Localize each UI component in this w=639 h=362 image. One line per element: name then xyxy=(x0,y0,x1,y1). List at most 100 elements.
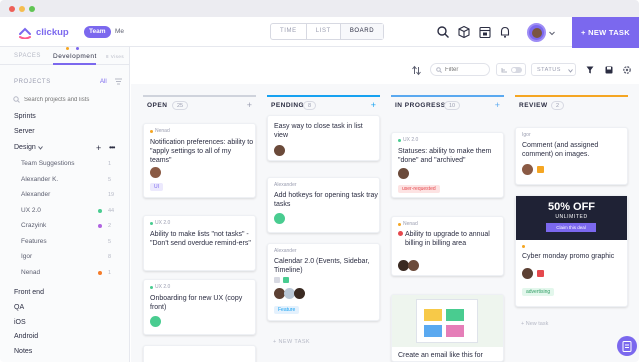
sidebar-list-label: Features xyxy=(21,237,47,245)
sidebar-list-item[interactable]: Team Suggestions 1 xyxy=(0,157,130,171)
task-list-name: UX 2.0 xyxy=(155,220,171,226)
sidebar-list-item[interactable]: Igor 8 xyxy=(0,250,130,264)
task-tag[interactable]: Feature xyxy=(274,306,300,314)
promo-title: 50% OFF xyxy=(547,201,596,213)
projects-all-link[interactable]: All xyxy=(100,79,107,85)
task-title: Create an email like this for xyxy=(398,352,483,359)
add-task-link[interactable]: + NEW TASK xyxy=(273,339,310,345)
add-task-icon[interactable]: + xyxy=(495,100,500,110)
add-task-icon[interactable]: + xyxy=(371,100,376,110)
sidebar-list-item[interactable]: Features 5 xyxy=(0,235,130,249)
list-dot xyxy=(150,130,153,133)
task-card[interactable]: Igor Comment (and assigned comment) on i… xyxy=(515,127,628,185)
filter-input[interactable] xyxy=(445,65,487,74)
assignee-avatar[interactable] xyxy=(274,145,285,156)
user-avatar[interactable] xyxy=(527,23,546,42)
task-tag[interactable]: advertising xyxy=(522,288,555,296)
sidebar-project-item[interactable]: iOS xyxy=(0,316,130,330)
sidebar-list-count: 5 xyxy=(108,238,112,245)
column-header-in-progress: IN PROGRESS 10 + xyxy=(391,95,504,115)
filter-field[interactable] xyxy=(430,63,490,76)
assignee-avatar[interactable] xyxy=(150,167,161,178)
subtasks-toggle[interactable] xyxy=(496,63,526,76)
bell-icon[interactable] xyxy=(498,25,512,39)
view-board-tab[interactable]: BOARD xyxy=(340,24,384,39)
task-card[interactable]: Create an email like this for xyxy=(391,294,504,362)
sidebar-list-item[interactable]: Alexander 19 xyxy=(0,188,130,202)
task-tag[interactable]: UI xyxy=(150,183,163,191)
more-options-icon[interactable]: ••• xyxy=(109,141,115,155)
sidebar-item-server[interactable]: Server xyxy=(0,125,130,139)
assignee-avatar[interactable] xyxy=(294,288,305,299)
minimize-window-dot[interactable] xyxy=(19,6,25,12)
sidebar-project-item[interactable]: Notes xyxy=(0,345,130,359)
task-card[interactable]: 50% OFF UNLIMITED Claim this deal Cyber … xyxy=(515,195,628,307)
chevron-down-icon[interactable] xyxy=(38,146,43,150)
search-icon[interactable] xyxy=(436,25,450,39)
close-window-dot[interactable] xyxy=(9,6,15,12)
task-card[interactable]: UX 2.0 Onboarding for new UX (copy front… xyxy=(143,279,256,335)
sidebar-project-item[interactable]: QA xyxy=(0,301,130,315)
priority-icon xyxy=(398,231,403,236)
task-card[interactable]: Alexander Add hotkeys for opening task t… xyxy=(267,177,380,233)
chevron-down-icon[interactable] xyxy=(549,31,555,36)
projects-search-input[interactable] xyxy=(24,94,120,105)
task-card[interactable]: UX 2.0 Ability to make lists "not tasks"… xyxy=(143,215,256,271)
sidebar-list-item[interactable]: UX 2.0 44 xyxy=(0,204,130,218)
save-icon[interactable] xyxy=(605,66,613,74)
projects-search[interactable] xyxy=(10,94,122,105)
search-icon xyxy=(13,96,20,103)
sidebar-project-item[interactable]: Front end xyxy=(0,286,130,300)
add-task-icon[interactable]: + xyxy=(247,100,252,110)
calendar-icon[interactable] xyxy=(478,25,492,39)
clipboard-icon xyxy=(622,341,632,352)
sort-arrows-icon[interactable] xyxy=(412,65,421,76)
task-list-name: Alexander xyxy=(274,182,297,188)
sidebar-project-item[interactable]: Android xyxy=(0,330,130,344)
sidebar-list-item[interactable]: Crazyink 2 xyxy=(0,219,130,233)
task-card[interactable]: Easy way to close task in list view xyxy=(267,115,380,161)
sort-icon[interactable] xyxy=(114,77,123,86)
view-switcher: TIME LIST BOARD xyxy=(270,23,385,40)
task-card[interactable]: Nenad Notification preferences: ability … xyxy=(143,123,256,198)
floating-action-button[interactable] xyxy=(617,336,637,356)
assignee-avatar[interactable] xyxy=(522,164,533,175)
maximize-window-dot[interactable] xyxy=(29,6,35,12)
column-header-open: OPEN 25 + xyxy=(143,95,256,115)
task-card[interactable]: Nenad Ability to upgrade to annual billi… xyxy=(391,216,504,276)
task-title: Onboarding for new UX (copy front) xyxy=(150,295,243,311)
gear-icon[interactable] xyxy=(622,65,632,75)
assignee-avatar[interactable] xyxy=(522,268,533,279)
sidebar-list-item[interactable]: Alexander K. 5 xyxy=(0,173,130,187)
sidebar-item-design[interactable]: Design + ••• xyxy=(0,141,130,155)
new-task-button[interactable]: + NEW TASK xyxy=(572,17,639,48)
view-time-tab[interactable]: TIME xyxy=(271,24,307,39)
task-card[interactable]: Alexander Calendar 2.0 (Events, Sidebar,… xyxy=(267,243,380,321)
subtask-icon xyxy=(501,68,507,73)
me-toggle[interactable]: Me xyxy=(115,28,124,35)
sidebar-list-count: 1 xyxy=(108,269,112,276)
cube-icon[interactable] xyxy=(457,25,471,39)
task-card[interactable] xyxy=(143,345,256,362)
add-task-link[interactable]: + New task xyxy=(521,321,548,327)
view-list-tab[interactable]: LIST xyxy=(307,24,341,39)
assignee-avatar[interactable] xyxy=(398,168,409,179)
sidebar-tabs: SPACES Development 8 Vises xyxy=(0,47,130,65)
sidebar-list-count: 1 xyxy=(108,161,112,167)
tab-spaces[interactable]: SPACES xyxy=(14,53,41,59)
assignee-avatar[interactable] xyxy=(274,213,285,224)
assignee-avatar[interactable] xyxy=(408,260,419,271)
filter-icon[interactable] xyxy=(586,66,594,74)
status-dropdown[interactable]: STATUS xyxy=(531,63,576,76)
task-title: Comment (and assigned comment) on images… xyxy=(522,142,599,158)
sidebar-list-item[interactable]: Nenad 1 xyxy=(0,266,130,280)
add-list-icon[interactable]: + xyxy=(96,141,101,155)
tab-development[interactable]: Development xyxy=(53,53,97,60)
toggle-switch[interactable] xyxy=(511,67,522,73)
task-tag[interactable]: user-requested xyxy=(398,185,440,193)
assignee-avatar[interactable] xyxy=(150,316,161,327)
status-bar xyxy=(143,95,256,97)
sidebar-item-sprints[interactable]: Sprints xyxy=(0,110,130,124)
team-toggle[interactable]: Team xyxy=(84,26,111,38)
task-card[interactable]: UX 2.0 Statuses: ability to make them "d… xyxy=(391,132,504,198)
